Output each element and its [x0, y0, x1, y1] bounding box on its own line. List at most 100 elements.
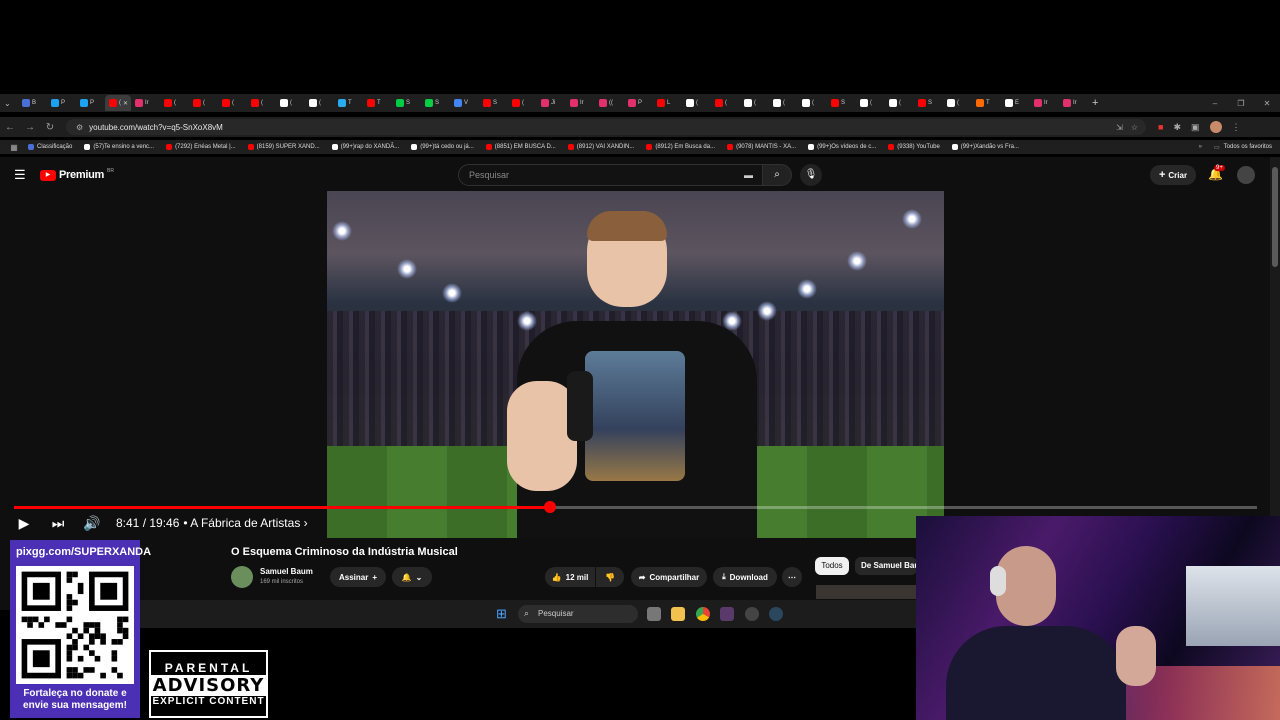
browser-tab[interactable]: (: [189, 95, 218, 111]
bookmark-item[interactable]: (99+)Xandão vs Fra...: [951, 144, 1019, 150]
site-info-icon[interactable]: ⚙: [76, 123, 83, 132]
subscribe-button[interactable]: Assinar +: [330, 567, 386, 587]
install-icon[interactable]: ⇲: [1116, 123, 1123, 132]
browser-tab[interactable]: B: [18, 95, 47, 111]
browser-tab[interactable]: (: [943, 95, 972, 111]
bookmark-item[interactable]: Classificação: [28, 144, 72, 150]
back-icon[interactable]: ←: [0, 122, 20, 133]
close-window-icon[interactable]: ✕: [1254, 99, 1280, 108]
bookmark-item[interactable]: (99+)rap do XANDÃ...: [331, 144, 399, 150]
voice-search-button[interactable]: 🎙: [800, 164, 822, 186]
bookmark-item[interactable]: (7292) Enéas Metal |...: [166, 144, 236, 150]
channel-avatar[interactable]: [231, 566, 253, 588]
channel-name[interactable]: Samuel Baum: [260, 567, 313, 576]
bookmark-item[interactable]: (8912) VAI XANDIN...: [567, 144, 634, 150]
reload-icon[interactable]: ↻: [40, 122, 60, 133]
volume-icon[interactable]: 🔊: [82, 515, 102, 532]
browser-tab[interactable]: S: [421, 95, 450, 111]
youtube-logo[interactable]: ▶ Premium BR: [40, 168, 114, 181]
puzzle-icon[interactable]: ✱: [1173, 122, 1181, 133]
browser-tab[interactable]: L: [653, 95, 682, 111]
close-tab-icon[interactable]: ✕: [123, 100, 128, 107]
browser-tab[interactable]: (: [160, 95, 189, 111]
notifications-button[interactable]: 🔔 9+: [1208, 165, 1225, 181]
browser-tab[interactable]: (: [798, 95, 827, 111]
browser-tab[interactable]: S: [392, 95, 421, 111]
obs-icon[interactable]: [745, 607, 759, 621]
chip-from-channel[interactable]: De Samuel Baum: [855, 557, 917, 575]
minimize-icon[interactable]: –: [1202, 99, 1228, 108]
share-button[interactable]: ➦ Compartilhar: [631, 567, 707, 587]
browser-tab[interactable]: Ir: [1030, 95, 1059, 111]
browser-tab[interactable]: T: [334, 95, 363, 111]
browser-tab[interactable]: T: [972, 95, 1001, 111]
browser-tab[interactable]: (: [508, 95, 537, 111]
apps-icon[interactable]: ▦: [0, 143, 28, 152]
progress-bar[interactable]: [14, 501, 1257, 513]
browser-tab[interactable]: E: [1001, 95, 1030, 111]
task-view-icon[interactable]: [647, 607, 661, 621]
browser-tab[interactable]: Ir: [1059, 95, 1088, 111]
browser-tab[interactable]: (: [682, 95, 711, 111]
bookmarks-overflow-icon[interactable]: »: [1199, 144, 1202, 150]
bookmark-item[interactable]: (57)Te ensino a venc...: [84, 144, 154, 150]
browser-tab[interactable]: P: [47, 95, 76, 111]
chapter-title[interactable]: • A Fábrica de Artistas ›: [183, 516, 307, 530]
streamlabs-icon[interactable]: [720, 607, 734, 621]
browser-tab[interactable]: (: [305, 95, 334, 111]
browser-tab[interactable]: S: [827, 95, 856, 111]
next-icon[interactable]: ⏭: [48, 515, 68, 532]
menu-icon[interactable]: ⋮: [1232, 122, 1241, 133]
bookmark-item[interactable]: (8851) EM BUSCA D...: [485, 144, 556, 150]
profile-avatar[interactable]: [1209, 121, 1222, 133]
search-input[interactable]: Pesquisar ▬: [458, 164, 764, 186]
maximize-icon[interactable]: ❐: [1228, 99, 1254, 108]
taskbar-search[interactable]: ⌕ Pesquisar: [518, 605, 638, 623]
new-tab-button[interactable]: +: [1092, 97, 1098, 109]
browser-tab[interactable]: (: [276, 95, 305, 111]
browser-tab[interactable]: (: [769, 95, 798, 111]
browser-tab[interactable]: P: [624, 95, 653, 111]
recommended-thumbnail[interactable]: [816, 585, 916, 599]
notification-bell-button[interactable]: 🔔 ⌄: [392, 567, 432, 587]
scrollbar-thumb[interactable]: [1272, 167, 1278, 267]
all-bookmarks-link[interactable]: Todos os favoritos: [1224, 144, 1272, 150]
bookmark-item[interactable]: (99+)Os vídeos de c...: [808, 144, 876, 150]
browser-tab[interactable]: (: [740, 95, 769, 111]
browser-tab[interactable]: V: [450, 95, 479, 111]
dislike-button[interactable]: 👎: [596, 567, 624, 587]
bookmark-item[interactable]: (8912) Em Busca da...: [646, 144, 715, 150]
browser-tab[interactable]: Ir: [131, 95, 160, 111]
like-button[interactable]: 👍 12 mil: [545, 567, 595, 587]
steam-icon[interactable]: [769, 607, 783, 621]
forward-icon[interactable]: →: [20, 122, 40, 133]
browser-tab[interactable]: (: [856, 95, 885, 111]
browser-tab[interactable]: (: [218, 95, 247, 111]
bookmark-item[interactable]: (8159) SUPER XAND...: [247, 144, 320, 150]
bookmark-item[interactable]: (9338) YouTube: [888, 144, 940, 150]
scrubber-handle[interactable]: [543, 501, 556, 513]
hamburger-menu-icon[interactable]: ☰: [14, 167, 26, 183]
chip-all[interactable]: Todos: [815, 557, 849, 575]
browser-tab[interactable]: ((: [595, 95, 624, 111]
browser-tab[interactable]: S: [914, 95, 943, 111]
browser-tab[interactable]: S: [479, 95, 508, 111]
browser-tab[interactable]: (: [885, 95, 914, 111]
bookmark-item[interactable]: (9078) MANTIS - XA...: [727, 144, 796, 150]
browser-tab[interactable]: (: [247, 95, 276, 111]
browser-tab[interactable]: (✕: [105, 95, 131, 111]
keyboard-icon[interactable]: ▬: [744, 170, 753, 180]
bookmark-item[interactable]: (99+)tá cedo ou já...: [411, 144, 474, 150]
search-button[interactable]: ⌕: [762, 164, 792, 186]
extensions-icon[interactable]: ▣: [1191, 122, 1200, 133]
browser-tab[interactable]: Ir: [566, 95, 595, 111]
file-explorer-icon[interactable]: [671, 607, 685, 621]
bookmark-star-icon[interactable]: ☆: [1131, 123, 1138, 132]
video-frame[interactable]: [327, 191, 944, 538]
browser-tab[interactable]: T: [363, 95, 392, 111]
browser-tab[interactable]: Ji: [537, 95, 566, 111]
browser-tab[interactable]: (: [711, 95, 740, 111]
url-input[interactable]: ⚙ youtube.com/watch?v=q5-SnXoX8vM ⇲ ☆: [66, 119, 1146, 135]
windows-start-icon[interactable]: ⊞: [496, 606, 507, 622]
tab-list-chevron-icon[interactable]: ⌄: [4, 99, 18, 108]
